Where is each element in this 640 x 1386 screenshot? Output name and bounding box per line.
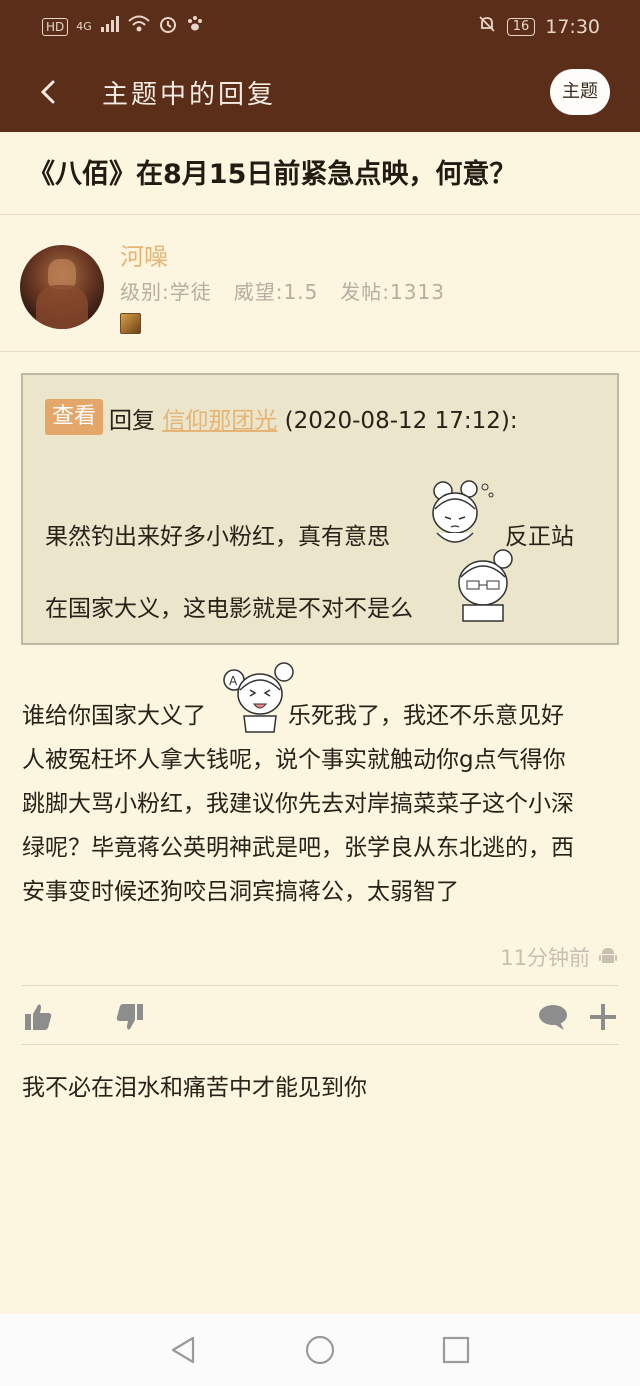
post-body: 谁给你国家大义了 乐死我了，我还不乐意见好 人被冤枉坏人拿大钱呢，说个事实就触动你… — [22, 694, 622, 914]
sticker-girl-sweat-icon — [432, 480, 494, 543]
view-quote-button[interactable]: 查看 — [45, 399, 103, 435]
reply-prefix: 回复 — [109, 408, 155, 434]
topic-button[interactable]: 主题 — [550, 69, 610, 115]
sticker-girl-laugh-icon: A — [223, 662, 294, 733]
comment-icon[interactable] — [536, 1000, 570, 1034]
mute-bell-icon — [477, 14, 497, 39]
thread-title: 《八佰》在8月15日前紧急点映，何意？ — [28, 159, 517, 190]
network-label: 4G — [76, 19, 92, 33]
post-text: 乐死我了，我还不乐意见好 — [288, 703, 564, 729]
post-text: 谁给你国家大义了 — [22, 703, 206, 729]
post-line: 安事变时候还狗咬吕洞宾搞蒋公，太弱智了 — [22, 879, 459, 905]
author-prestige: 威望:1.5 — [233, 280, 319, 304]
quote-text: 在国家大义，这电影就是不对不是么 — [45, 596, 413, 622]
quoted-user-link[interactable]: 信仰那团光 — [162, 408, 277, 434]
svg-text:A: A — [229, 674, 238, 688]
page-title: 主题中的回复 — [102, 80, 277, 110]
quote-header: 回复 信仰那团光 (2020-08-12 17:12): — [109, 401, 518, 435]
thumbs-down-icon[interactable] — [112, 1000, 146, 1034]
android-icon — [599, 948, 617, 963]
author-level: 级别:学徒 — [120, 280, 212, 304]
divider — [22, 1044, 618, 1045]
quoted-time: (2020-08-12 17:12): — [284, 408, 518, 434]
nav-home-icon[interactable] — [302, 1332, 338, 1368]
hd-badge: HD — [42, 17, 69, 36]
back-button[interactable] — [30, 74, 66, 110]
alarm-icon — [158, 14, 178, 39]
status-right: 16 17:30 — [477, 14, 600, 39]
chevron-left-icon — [40, 80, 55, 104]
post-line: 绿呢？毕竟蒋公英明神武是吧，张学良从东北逃的，西 — [22, 835, 574, 861]
status-left: HD 4G — [42, 14, 204, 39]
post-line: 谁给你国家大义了 乐死我了，我还不乐意见好 — [22, 694, 622, 738]
divider — [0, 214, 640, 215]
status-bar: HD 4G 16 17:30 — [0, 0, 640, 52]
author-posts: 发帖:1313 — [340, 280, 445, 304]
post-line: 人被冤枉坏人拿大钱呢，说个事实就触动你g点气得你 — [22, 747, 566, 773]
status-time: 17:30 — [545, 15, 600, 38]
battery-indicator: 16 — [506, 17, 536, 36]
divider — [0, 351, 640, 352]
author-name[interactable]: 河噪 — [120, 237, 168, 272]
quote-text: 反正站 — [505, 524, 574, 550]
paw-icon — [186, 15, 204, 38]
plus-icon[interactable] — [586, 1000, 620, 1034]
quote-box: 查看 回复 信仰那团光 (2020-08-12 17:12): 果然钓出来好多小… — [21, 373, 619, 645]
nav-recents-icon[interactable] — [438, 1332, 474, 1368]
avatar[interactable] — [20, 245, 104, 329]
signature: 我不必在泪水和痛苦中才能见到你 — [22, 1075, 367, 1101]
author-meta: 级别:学徒 威望:1.5 发帖:1313 — [120, 276, 445, 305]
post-line: 跳脚大骂小粉红，我建议你先去对岸搞菜菜子这个小深 — [22, 791, 574, 817]
signal-icon — [100, 15, 120, 38]
quote-text: 果然钓出来好多小粉红，真有意思 — [45, 524, 390, 550]
nav-back-icon[interactable] — [165, 1332, 201, 1368]
sticker-girl-glasses-icon — [458, 549, 513, 622]
thumbs-up-icon[interactable] — [22, 1000, 56, 1034]
system-nav-bar — [0, 1314, 640, 1386]
wifi-icon — [128, 15, 150, 38]
post-time: 11分钟前 — [500, 946, 590, 970]
app-header: 主题中的回复 主题 — [0, 52, 640, 132]
medal-icon[interactable] — [120, 313, 141, 334]
divider — [22, 985, 618, 986]
